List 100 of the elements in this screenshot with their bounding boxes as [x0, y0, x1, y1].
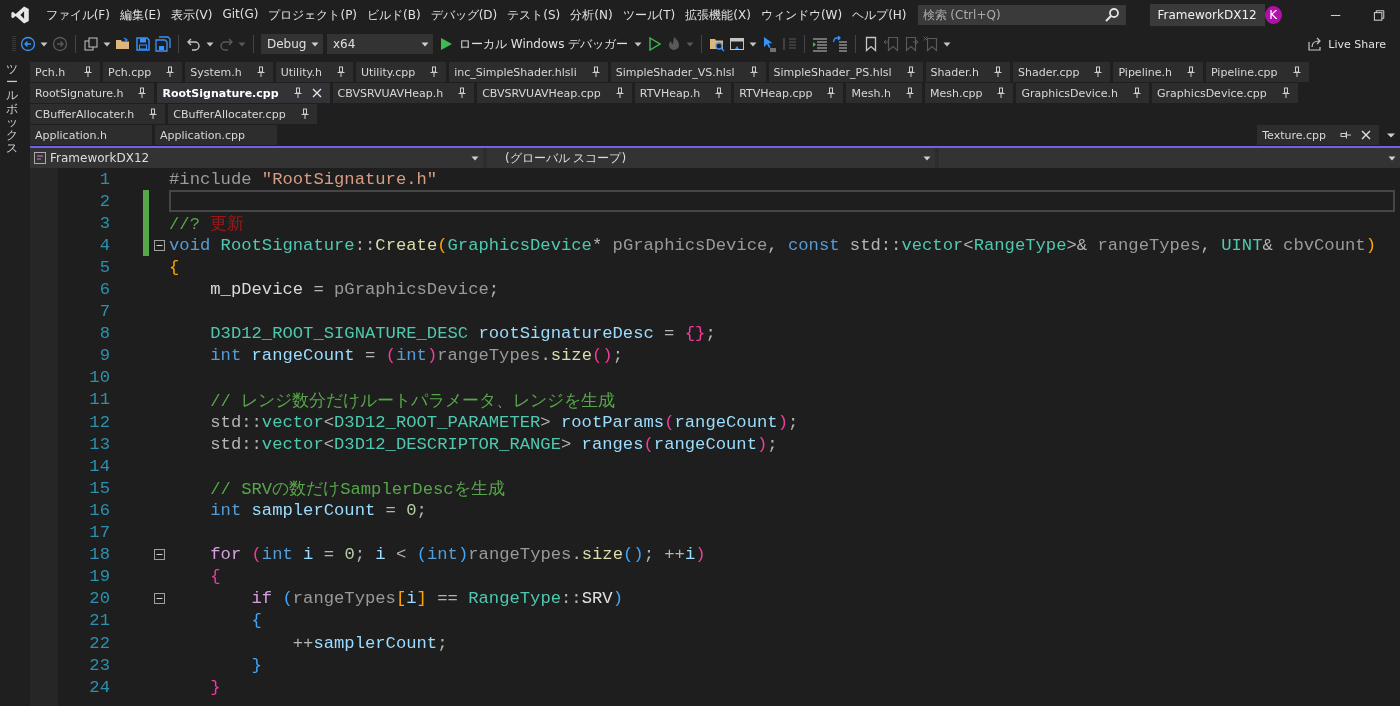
save-all-icon[interactable]	[155, 36, 171, 52]
file-tab[interactable]: RTVHeap.cpp	[734, 83, 844, 103]
app-logo-icon[interactable]	[10, 4, 31, 26]
file-tab[interactable]: Application.h	[30, 125, 152, 145]
menu-item[interactable]: ビルド(B)	[362, 3, 426, 27]
pin-icon[interactable]	[714, 87, 725, 99]
file-tab[interactable]: Pipeline.cpp	[1205, 62, 1309, 82]
file-tab[interactable]: inc_SimpleShader.hlsli	[449, 62, 608, 82]
menu-item[interactable]: 編集(E)	[114, 3, 166, 27]
play-outline-icon[interactable]	[646, 36, 663, 52]
menu-item[interactable]: テスト(S)	[502, 3, 566, 27]
dropdown[interactable]: Debug	[261, 34, 323, 54]
close-icon[interactable]	[310, 87, 323, 99]
outdent-lines-icon[interactable]	[832, 36, 849, 52]
pin-icon[interactable]	[137, 87, 148, 99]
folder-search-icon[interactable]	[709, 36, 726, 52]
line-number: 19	[88, 567, 110, 587]
open-folder-icon[interactable]	[115, 36, 131, 52]
file-tab[interactable]: CBVSRVUAVHeap.h	[332, 83, 475, 103]
pin-icon[interactable]	[826, 87, 837, 99]
collapse-icon[interactable]	[153, 593, 165, 605]
pin-icon[interactable]	[429, 66, 440, 78]
pin-icon[interactable]	[1280, 87, 1291, 99]
file-tab[interactable]: CBVSRVUAVHeap.cpp	[477, 83, 632, 103]
pin-icon[interactable]	[148, 108, 159, 120]
dropdown[interactable]: x64	[327, 34, 433, 54]
menu-item[interactable]: ウィンドウ(W)	[755, 3, 848, 27]
pin-icon[interactable]	[255, 66, 266, 78]
collapse-icon[interactable]	[153, 549, 165, 561]
pin-icon[interactable]	[457, 87, 468, 99]
caret-icon[interactable]	[749, 41, 758, 47]
menu-item[interactable]: Git(G)	[217, 3, 264, 27]
file-tab[interactable]: Utility.cpp	[355, 62, 447, 82]
caret-icon[interactable]	[206, 41, 214, 47]
pin-icon[interactable]	[1185, 66, 1196, 78]
pin-icon[interactable]	[905, 66, 916, 78]
menu-item[interactable]: 表示(V)	[165, 3, 218, 27]
pin-icon[interactable]	[299, 108, 310, 120]
file-tab[interactable]: RootSignature.cpp	[157, 83, 330, 103]
menu-item[interactable]: ファイル(F)	[40, 3, 115, 27]
caret-icon[interactable]	[103, 41, 111, 47]
menu-item[interactable]: プロジェクト(P)	[263, 3, 363, 27]
pin-icon[interactable]	[83, 66, 93, 78]
tab-list-caret-icon[interactable]	[1386, 132, 1396, 138]
pin-icon[interactable]	[996, 87, 1007, 99]
start-debugging-button[interactable]: ローカル Windows デバッガー	[437, 35, 631, 53]
live-share-button[interactable]: Live Share	[1301, 35, 1392, 53]
project-dropdown[interactable]: FrameworkDX12	[30, 148, 483, 168]
save-icon[interactable]	[135, 36, 151, 52]
window-icon[interactable]	[729, 36, 746, 52]
menu-item[interactable]: ツール(T)	[617, 3, 681, 27]
file-tab[interactable]: Shader.h	[925, 62, 1010, 82]
caret-icon[interactable]	[634, 41, 643, 47]
pin-icon[interactable]	[992, 66, 1003, 78]
pin-icon[interactable]	[165, 66, 176, 78]
code-line: {	[250, 611, 262, 631]
file-tab[interactable]: System.h	[185, 62, 273, 82]
pin-icon[interactable]	[292, 87, 303, 99]
menu-item[interactable]: 分析(N)	[565, 3, 618, 27]
file-tab[interactable]: RTVHeap.h	[634, 83, 732, 103]
file-tab[interactable]: CBufferAllocater.h	[30, 104, 166, 124]
back-icon[interactable]	[20, 36, 36, 52]
file-tab[interactable]: Pch.cpp	[103, 62, 183, 82]
file-tab[interactable]: RootSignature.h	[30, 83, 155, 103]
search-field[interactable]: 検索 (Ctrl+Q)	[917, 5, 1126, 25]
caret-icon[interactable]	[943, 41, 952, 47]
file-tab[interactable]: Pipeline.h	[1113, 62, 1203, 82]
pointer-icon[interactable]	[761, 36, 778, 52]
file-tab[interactable]: GraphicsDevice.h	[1016, 83, 1150, 103]
pin-icon[interactable]	[1340, 130, 1352, 140]
pin-icon[interactable]	[1132, 87, 1143, 99]
toolbox-tab[interactable]: ツールボックス	[6, 63, 18, 156]
pin-icon[interactable]	[614, 87, 625, 99]
pin-icon[interactable]	[590, 66, 601, 78]
close-icon[interactable]	[1360, 129, 1372, 141]
file-tab[interactable]: Application.cpp	[155, 125, 277, 145]
file-tab[interactable]: SimpleShader_VS.hlsl	[610, 62, 766, 82]
collapse-icon[interactable]	[153, 239, 165, 251]
indent-lines-icon[interactable]	[812, 36, 829, 52]
menu-item[interactable]: ヘルプ(H)	[847, 3, 912, 27]
file-tab[interactable]: SimpleShader_PS.hlsl	[768, 62, 923, 82]
pin-icon[interactable]	[748, 66, 759, 78]
file-tab[interactable]: Pch.h	[30, 62, 100, 82]
pin-icon[interactable]	[335, 66, 346, 78]
file-tab[interactable]: Texture.cpp	[1257, 125, 1379, 145]
pin-icon[interactable]	[1291, 66, 1302, 78]
file-tab[interactable]: GraphicsDevice.cpp	[1152, 83, 1298, 103]
file-tab[interactable]: Mesh.cpp	[924, 83, 1014, 103]
caret-icon[interactable]	[40, 41, 48, 47]
file-tab[interactable]: Utility.h	[275, 62, 353, 82]
undo-icon[interactable]	[186, 36, 202, 52]
scope-dropdown[interactable]: (グローバル スコープ)	[487, 148, 935, 168]
file-tab[interactable]: Mesh.h	[846, 83, 922, 103]
file-tab[interactable]: Shader.cpp	[1012, 62, 1111, 82]
file-tab[interactable]: CBufferAllocater.cpp	[168, 104, 317, 124]
pin-icon[interactable]	[1093, 66, 1104, 78]
new-item-icon[interactable]	[83, 36, 99, 52]
pin-icon[interactable]	[904, 87, 915, 99]
menu-item[interactable]: 拡張機能(X)	[680, 3, 756, 27]
menu-item[interactable]: デバッグ(D)	[425, 3, 503, 27]
